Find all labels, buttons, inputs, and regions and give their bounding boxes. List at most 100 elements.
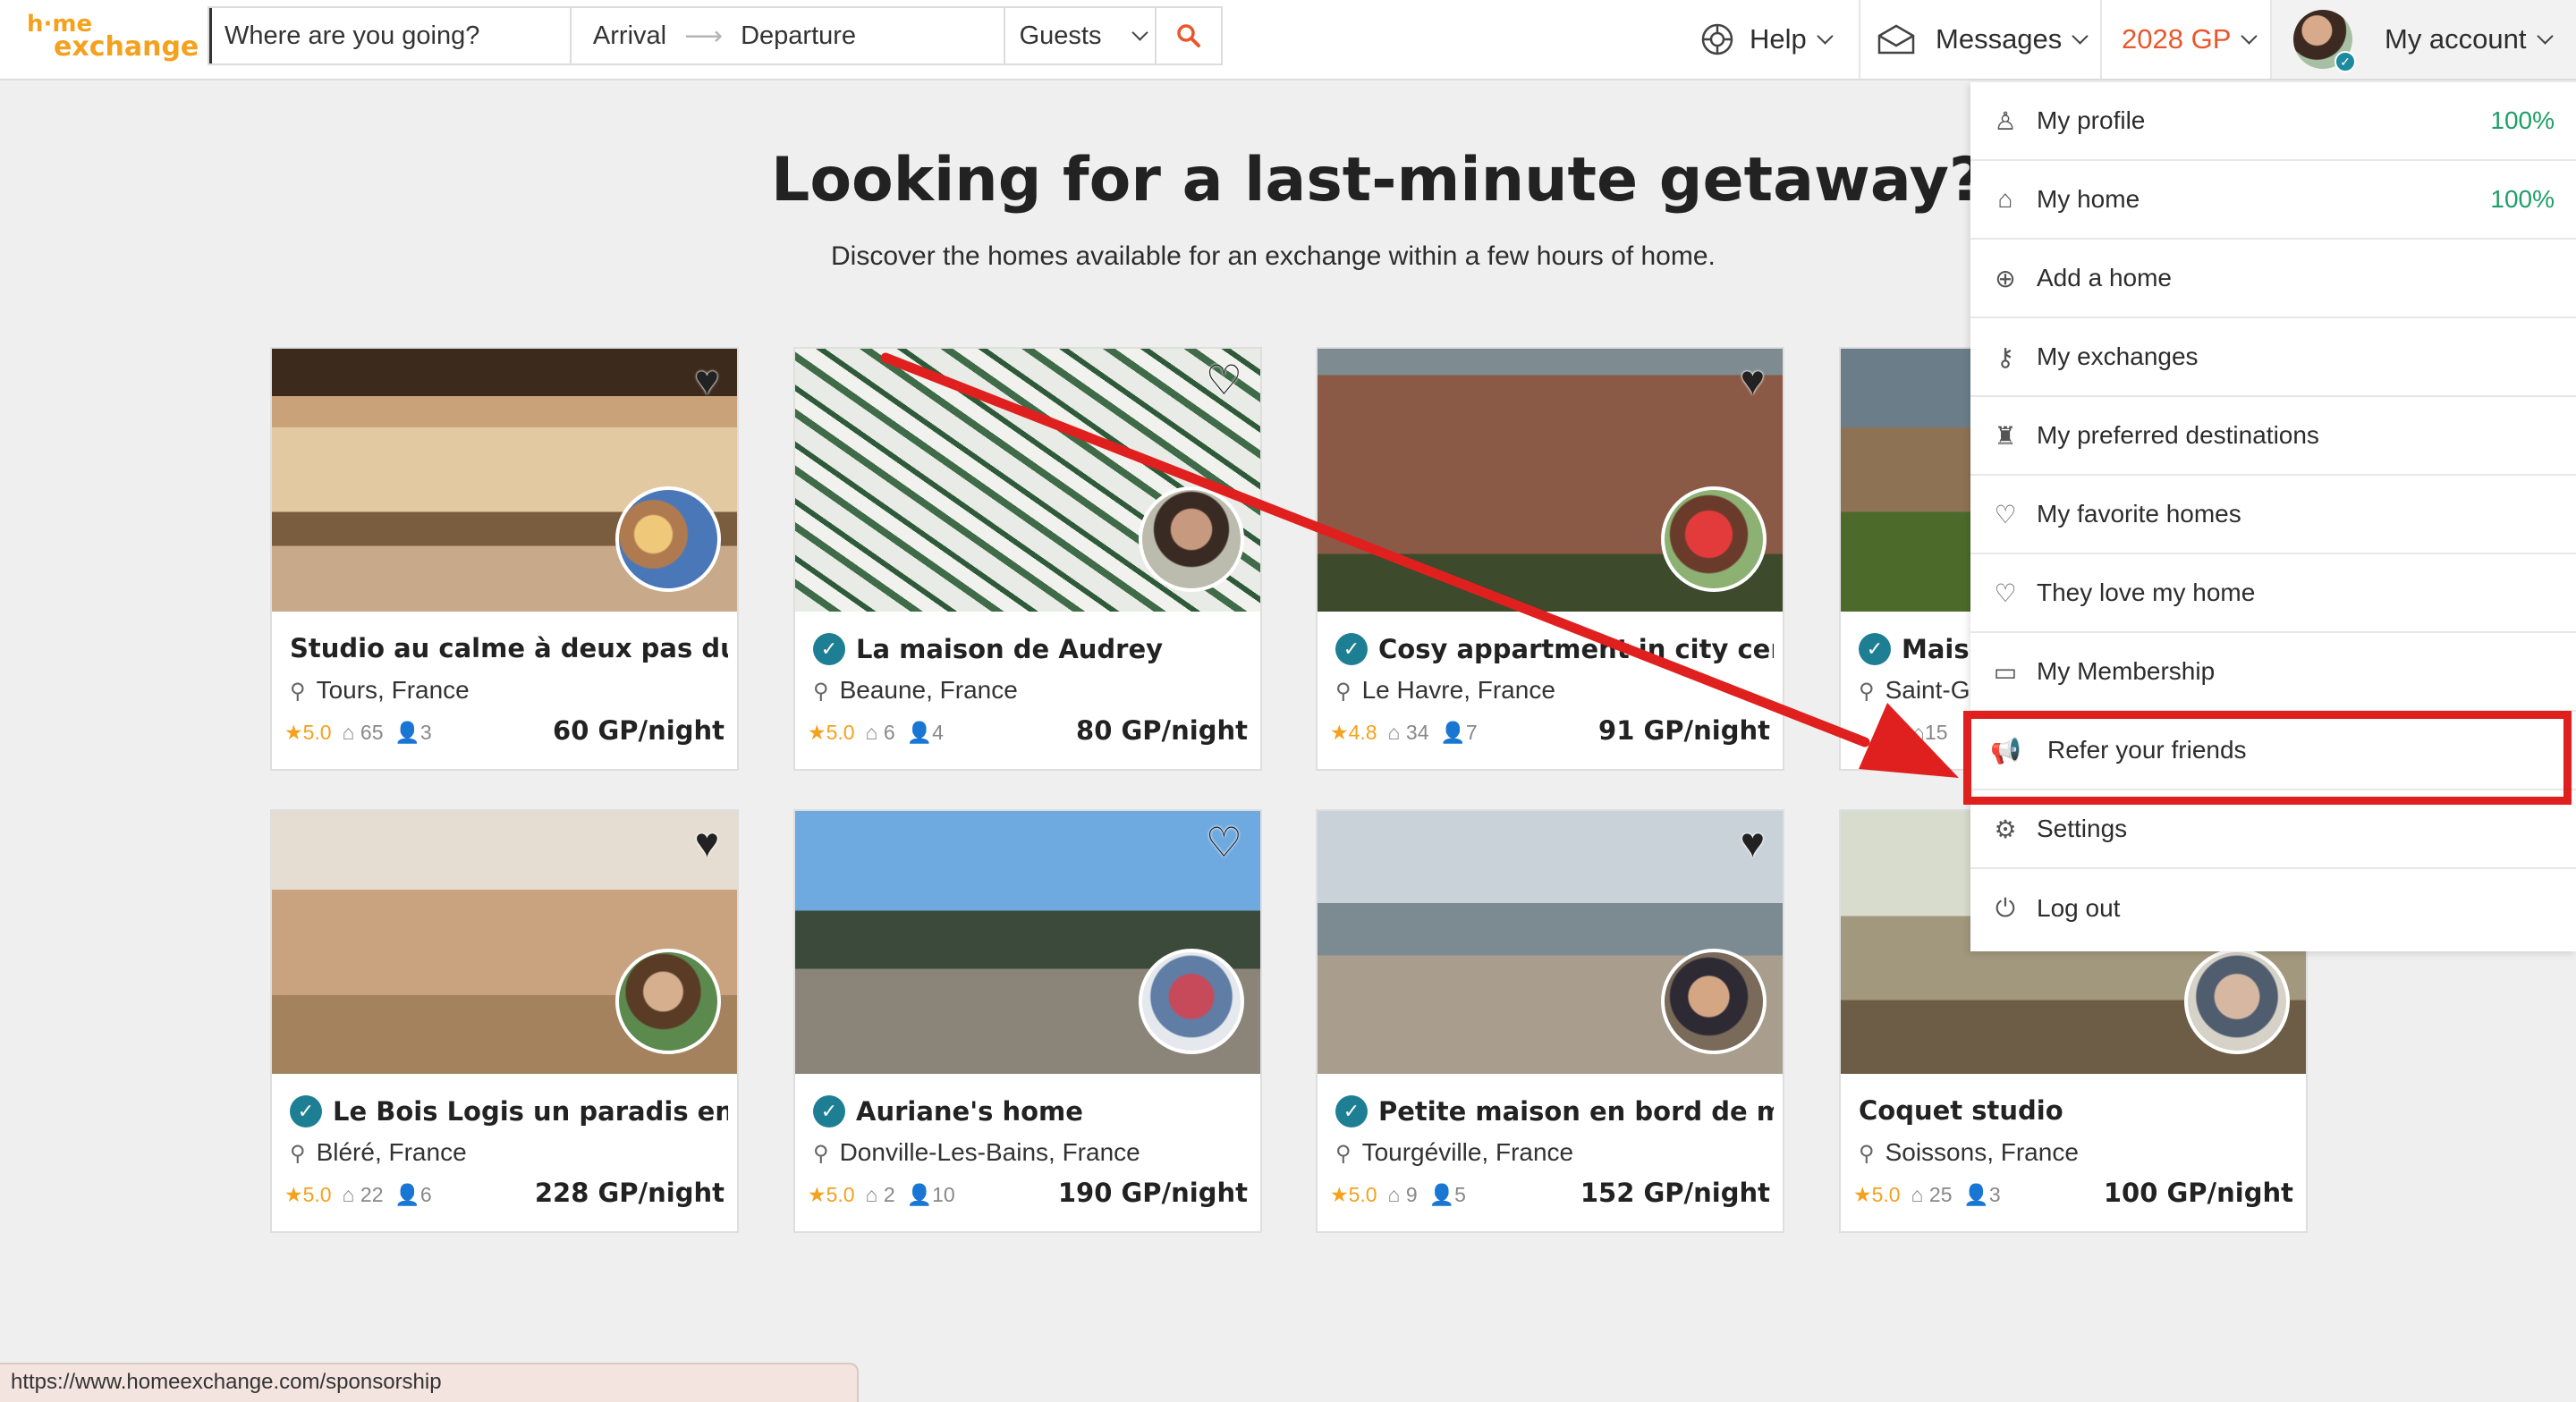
listing-stats: ★4.8 ⌂ 34 👤7 bbox=[1330, 721, 1478, 744]
host-avatar bbox=[1661, 486, 1767, 592]
listing-location: ⚲ Saint-G bbox=[1859, 676, 1970, 704]
completion-percent: 100% bbox=[2490, 106, 2555, 134]
host-avatar bbox=[1139, 949, 1244, 1054]
chevron-down-icon bbox=[1817, 27, 1834, 45]
listing-stats: ★5.0 ⌂ 25 👤3 bbox=[1853, 1183, 2001, 1206]
listing-card[interactable]: ♥ ✓ Petite maison en bord de mer ⚲ Tourgév… bbox=[1316, 809, 1784, 1233]
menu-item-label: My exchanges bbox=[2037, 342, 2199, 370]
power-icon: ⏻ bbox=[1995, 893, 2016, 922]
chevron-down-icon bbox=[2536, 27, 2554, 45]
listing-title: Studio au calme à deux pas du … bbox=[290, 633, 728, 663]
guest-points-menu[interactable]: 2028 GP bbox=[2100, 0, 2268, 79]
departure-field[interactable]: Departure bbox=[741, 21, 856, 51]
star-icon: ★ bbox=[284, 1183, 303, 1206]
verified-icon: ✓ bbox=[813, 633, 845, 665]
homeexchange-logo[interactable]: h·me exchange bbox=[27, 13, 199, 66]
listing-title: ✓ Le Bois Logis un paradis en … bbox=[290, 1095, 728, 1128]
verified-icon: ✓ bbox=[1859, 633, 1891, 665]
listing-title: ✓ Petite maison en bord de mer bbox=[1335, 1095, 1774, 1128]
guests-icon: 👤 bbox=[906, 721, 933, 744]
listing-title: ✓ Auriane's home bbox=[813, 1095, 1251, 1128]
verified-icon: ✓ bbox=[290, 1095, 322, 1128]
heart-icon[interactable]: ♡ bbox=[1206, 822, 1242, 863]
lifebuoy-icon bbox=[1701, 23, 1733, 55]
listing-card[interactable]: ♡ ✓ La maison de Audrey ⚲ Beaune, France ★… bbox=[793, 347, 1262, 771]
logo-bottom-text: exchange bbox=[54, 31, 199, 63]
guests-select[interactable]: Guests bbox=[1005, 8, 1157, 63]
date-range-picker[interactable]: Arrival ⟶ Departure bbox=[572, 8, 1005, 63]
menu-item-my-home[interactable]: ⌂ My home 100% bbox=[1970, 161, 2576, 240]
destination-input[interactable]: Where are you going? bbox=[209, 8, 572, 63]
annotation-highlight-box bbox=[1963, 711, 2572, 805]
listing-card[interactable]: ♥ Studio au calme à deux pas du … ⚲ Tours… bbox=[270, 347, 739, 771]
map-pin-icon: ⚲ bbox=[290, 680, 306, 704]
card-icon: ▭ bbox=[1993, 657, 2018, 686]
listing-price: 100 GP/night bbox=[2103, 1178, 2293, 1208]
reviews-icon: ⌂ bbox=[1912, 721, 1925, 744]
listing-location: ⚲ Le Havre, France bbox=[1335, 676, 1555, 704]
menu-item-preferred-destinations[interactable]: ♜ My preferred destinations bbox=[1970, 397, 2576, 476]
verified-icon: ✓ bbox=[1335, 633, 1368, 665]
menu-item-log-out[interactable]: ⏻ Log out bbox=[1970, 869, 2576, 948]
menu-item-label: My home bbox=[2037, 185, 2140, 213]
keys-icon: ⚷ bbox=[1996, 342, 2015, 371]
host-avatar bbox=[2184, 949, 2290, 1054]
reviews-icon: ⌂ bbox=[865, 1183, 878, 1206]
listing-card[interactable]: ♥ ✓ Cosy appartment in city cen… ⚲ Le Havr… bbox=[1316, 347, 1784, 771]
menu-item-label: They love my home bbox=[2037, 579, 2256, 606]
host-avatar bbox=[615, 486, 721, 592]
star-icon: ★ bbox=[808, 1183, 826, 1206]
menu-item-they-love-my-home[interactable]: ♡ They love my home bbox=[1970, 554, 2576, 633]
menu-item-my-profile[interactable]: ♙ My profile 100% bbox=[1970, 82, 2576, 161]
listing-card[interactable]: ♡ ✓ Auriane's home ⚲ Donville-Les-Bains, F… bbox=[793, 809, 1262, 1233]
map-pin-icon: ⚲ bbox=[1335, 680, 1352, 704]
date-arrow-icon: ⟶ bbox=[684, 21, 724, 51]
reviews-icon: ⌂ bbox=[1387, 1183, 1401, 1206]
messages-label: Messages bbox=[1936, 23, 2063, 55]
guests-icon: 👤 bbox=[1963, 1183, 1989, 1206]
menu-item-label: My preferred destinations bbox=[2037, 421, 2319, 449]
star-icon: ★ bbox=[1853, 1183, 1872, 1206]
avatar: ✓ bbox=[2293, 10, 2356, 72]
listing-stats: ★5.0 ⌂ 65 👤3 bbox=[284, 721, 432, 744]
menu-item-favorite-homes[interactable]: ♡ My favorite homes bbox=[1970, 476, 2576, 554]
top-navigation-bar: h·me exchange Where are you going? Arriv… bbox=[0, 0, 2576, 80]
heart-icon[interactable]: ♥ bbox=[1741, 822, 1765, 863]
home-icon: ⌂ bbox=[1997, 185, 2013, 213]
listing-location: ⚲ Tours, France bbox=[290, 676, 470, 704]
chevron-down-icon bbox=[2072, 27, 2089, 45]
map-pin-icon: ⚲ bbox=[1859, 680, 1875, 704]
host-avatar bbox=[1661, 949, 1767, 1054]
messages-menu[interactable]: Messages bbox=[1859, 0, 2098, 79]
host-avatar bbox=[615, 949, 721, 1054]
heart-icon[interactable]: ♥ bbox=[695, 822, 719, 863]
listing-card[interactable]: ♥ ✓ Le Bois Logis un paradis en … ⚲ Bléré,… bbox=[270, 809, 739, 1233]
account-menu-toggle[interactable]: ✓ My account bbox=[2270, 0, 2576, 79]
menu-item-my-exchanges[interactable]: ⚷ My exchanges bbox=[1970, 318, 2576, 397]
reviews-icon: ⌂ bbox=[1387, 721, 1401, 744]
heart-icon[interactable]: ♥ bbox=[1741, 359, 1765, 401]
heart-icon: ♡ bbox=[1994, 500, 2017, 528]
star-icon: ★ bbox=[284, 721, 303, 744]
arrival-field[interactable]: Arrival bbox=[593, 21, 666, 51]
page-subtitle: Discover the homes available for an exch… bbox=[831, 241, 1716, 271]
help-menu[interactable]: Help bbox=[1699, 0, 1856, 79]
listing-stats: ★5.0 ⌂ 6 👤4 bbox=[808, 721, 944, 744]
guests-icon: 👤 bbox=[1440, 721, 1466, 744]
listing-price: 228 GP/night bbox=[534, 1178, 724, 1208]
star-icon: ★ bbox=[1330, 1183, 1349, 1206]
host-avatar bbox=[1139, 486, 1244, 592]
listing-stats: ⌂15 bbox=[1912, 721, 1948, 744]
verified-icon: ✓ bbox=[1335, 1095, 1368, 1128]
map-pin-icon: ⚲ bbox=[813, 680, 829, 704]
menu-item-add-home[interactable]: ⊕ Add a home bbox=[1970, 240, 2576, 318]
heart-icon[interactable]: ♥ bbox=[695, 359, 719, 401]
menu-item-my-membership[interactable]: ▭ My Membership bbox=[1970, 633, 2576, 712]
heart-bubble-icon: ♡ bbox=[1994, 579, 2017, 607]
search-button[interactable] bbox=[1157, 8, 1221, 63]
heart-icon[interactable]: ♡ bbox=[1206, 359, 1242, 401]
listing-title: ✓ Cosy appartment in city cen… bbox=[1335, 633, 1774, 665]
listing-location: ⚲ Tourgéville, France bbox=[1335, 1138, 1574, 1166]
menu-item-label: My Membership bbox=[2037, 657, 2216, 685]
listing-location: ⚲ Beaune, France bbox=[813, 676, 1018, 704]
